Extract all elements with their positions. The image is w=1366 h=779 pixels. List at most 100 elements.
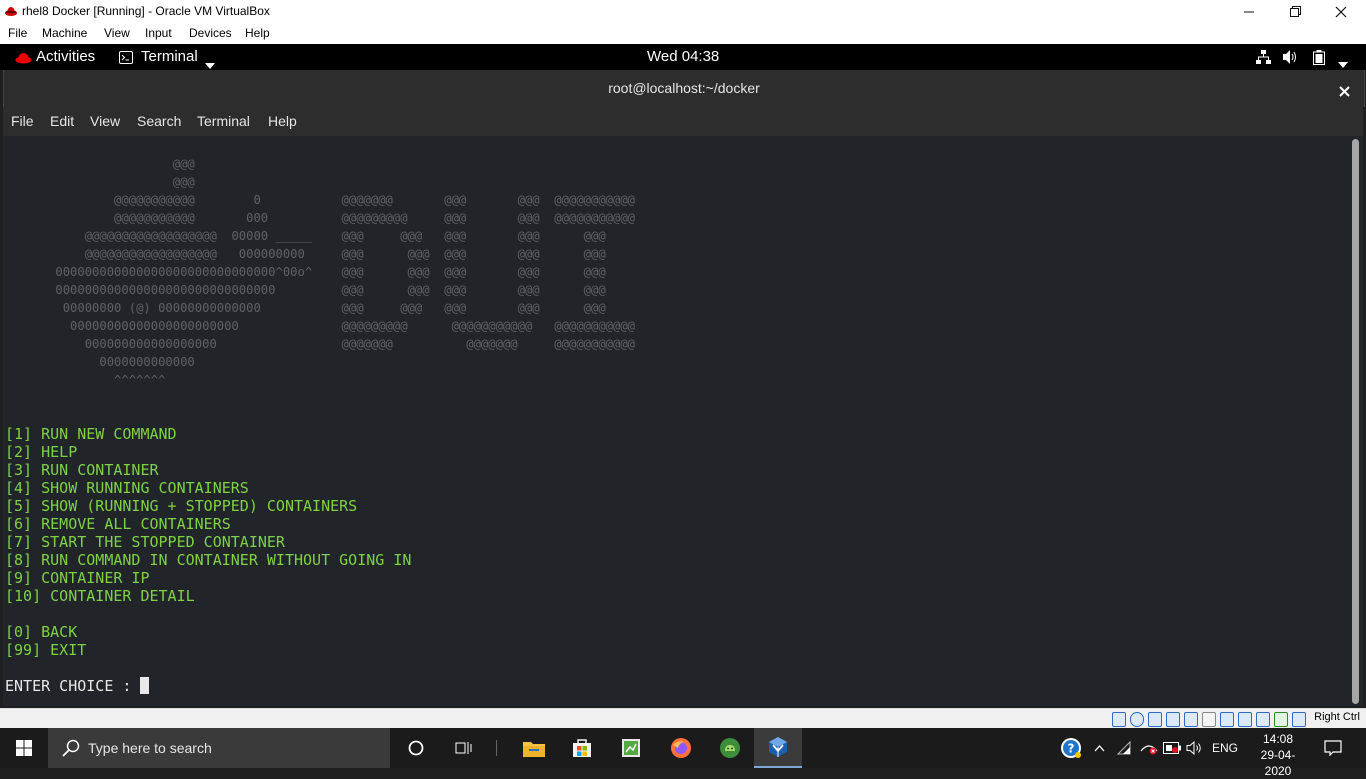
minimize-button[interactable]	[1226, 0, 1272, 23]
menu-option-6: [6] REMOVE ALL CONTAINERS	[5, 515, 231, 533]
windows-logo-icon	[16, 740, 32, 756]
language-indicator[interactable]: ENG	[1209, 728, 1241, 768]
vbox-menu-input[interactable]: Input	[145, 26, 172, 40]
usb-icon[interactable]	[1184, 712, 1198, 727]
windows-taskbar: Type here to search ? ENG 14:08 29-04-20…	[0, 728, 1366, 778]
notepad-app-icon	[622, 739, 640, 757]
terminal-menu-search[interactable]: Search	[137, 113, 181, 129]
activities-button[interactable]: Activities	[36, 48, 95, 65]
gnome-top-bar: Activities Terminal Wed 04:38	[0, 44, 1366, 70]
microsoft-store-button[interactable]	[558, 728, 606, 768]
menu-option-3: [3] RUN CONTAINER	[5, 461, 159, 479]
terminal-menu-file[interactable]: File	[11, 113, 34, 129]
task-view-button[interactable]	[440, 728, 488, 768]
volume-icon[interactable]	[1283, 50, 1299, 69]
shared-folders-icon[interactable]	[1202, 712, 1216, 727]
vbox-title-bar: rhel8 Docker [Running] - Oracle VM Virtu…	[0, 0, 1366, 23]
virtualbox-vm-icon	[4, 4, 18, 18]
prompt-text: ENTER CHOICE :	[5, 677, 141, 695]
terminal-header-bar: root@localhost:~/docker	[3, 70, 1365, 107]
terminal-menu-help[interactable]: Help	[268, 113, 297, 129]
task-view-icon	[455, 742, 472, 754]
ascii-line: 0000000000000	[4, 355, 195, 369]
virtualbox-cube-icon	[769, 737, 787, 757]
menu-option-99: [99] EXIT	[5, 641, 87, 659]
ascii-line: 000000000000000000 @@@@@@@ @@@@@@@ @@@@@…	[4, 337, 636, 351]
vbox-status-bar: Right Ctrl	[0, 708, 1366, 729]
video-capture-icon[interactable]	[1238, 712, 1252, 727]
cortana-circle-icon	[408, 740, 424, 756]
battery-icon[interactable]	[1313, 50, 1325, 70]
terminal-title: root@localhost:~/docker	[608, 80, 760, 96]
terminal-menu-terminal[interactable]: Terminal	[197, 113, 250, 129]
terminal-menu-edit[interactable]: Edit	[50, 113, 74, 129]
vbox-menu-file[interactable]: File	[8, 26, 27, 40]
menu-option-5: [5] SHOW (RUNNING + STOPPED) CONTAINERS	[5, 497, 358, 515]
menu-options-list: [1] RUN NEW COMMAND [2] HELP [3] RUN CON…	[5, 425, 411, 659]
choice-prompt[interactable]: ENTER CHOICE :	[5, 677, 150, 695]
speaker-icon[interactable]	[1184, 728, 1206, 768]
ascii-line: ^^^^^^^	[4, 373, 166, 387]
file-explorer-button[interactable]	[510, 728, 558, 768]
taskbar-divider	[496, 740, 497, 756]
start-button[interactable]	[0, 728, 48, 768]
notifications-icon[interactable]	[1318, 728, 1348, 768]
vbox-menu-help[interactable]: Help	[245, 26, 270, 40]
network-icon[interactable]	[1256, 50, 1271, 69]
app-menu-terminal[interactable]: Terminal	[141, 48, 198, 65]
menu-option-10: [10] CONTAINER DETAIL	[5, 587, 195, 605]
network-disconnected-icon[interactable]	[1138, 728, 1160, 768]
menu-option-0: [0] BACK	[5, 623, 78, 641]
mouse-integration-icon[interactable]	[1274, 712, 1288, 727]
svg-text:?: ?	[1068, 742, 1075, 756]
terminal-menu-view[interactable]: View	[90, 113, 120, 129]
taskbar-clock[interactable]: 14:08 29-04-2020	[1250, 731, 1306, 779]
restore-button[interactable]	[1272, 0, 1318, 23]
notepad-app-button[interactable]	[607, 728, 655, 768]
terminal-menu-bar: File Edit View Search Terminal Help	[3, 107, 1363, 137]
battery-tray-icon[interactable]	[1161, 728, 1183, 768]
terminal-app-icon	[119, 51, 133, 69]
ascii-line: 00000000 (@) 00000000000000 @@@ @@@ @@@ …	[4, 301, 606, 315]
firefox-icon	[671, 738, 691, 758]
vbox-menu-machine[interactable]: Machine	[42, 26, 87, 40]
close-button[interactable]	[1318, 0, 1364, 23]
ascii-line: 000000000000000000000000000000^00o^ @@@ …	[4, 265, 606, 279]
menu-option-9: [9] CONTAINER IP	[5, 569, 150, 587]
network-adapter-icon[interactable]	[1166, 712, 1180, 727]
chevron-up-icon[interactable]	[1090, 728, 1108, 768]
vbox-menu-devices[interactable]: Devices	[189, 26, 232, 40]
gnome-clock[interactable]: Wed 04:38	[647, 48, 719, 65]
ascii-line: @@@@@@@@@@@ 000 @@@@@@@@@ @@@ @@@ @@@@@@…	[4, 211, 636, 225]
text-cursor	[140, 677, 150, 694]
cpu-icon[interactable]	[1256, 712, 1270, 727]
help-tray-icon[interactable]: ?	[1059, 728, 1083, 768]
audio-icon[interactable]	[1148, 712, 1162, 727]
wifi-icon[interactable]	[1114, 728, 1134, 768]
menu-option-8: [8] RUN COMMAND IN CONTAINER WITHOUT GOI…	[5, 551, 412, 569]
optical-drive-icon[interactable]	[1130, 712, 1144, 727]
cortana-button[interactable]	[392, 728, 440, 768]
virtualbox-taskbar-button[interactable]	[754, 728, 802, 768]
ascii-line: @@@@@@@@@@@@@@@@@@ 000000000 @@@ @@@ @@@…	[4, 247, 606, 261]
menu-option-4: [4] SHOW RUNNING CONTAINERS	[5, 479, 249, 497]
menu-option-1: [1] RUN NEW COMMAND	[5, 425, 177, 443]
menu-option-7: [7] START THE STOPPED CONTAINER	[5, 533, 285, 551]
display-icon[interactable]	[1220, 712, 1234, 727]
terminal-close-icon[interactable]	[1339, 82, 1350, 101]
firefox-button[interactable]	[657, 728, 705, 768]
taskbar-search-box[interactable]: Type here to search	[48, 728, 390, 768]
keyboard-capture-icon[interactable]	[1292, 712, 1306, 727]
menu-option-2: [2] HELP	[5, 443, 78, 461]
taskbar-time: 14:08	[1262, 732, 1294, 746]
folder-icon	[523, 742, 545, 757]
docker-ascii-banner: @@@ @@@ @@@@@@@@@@@ 0 @@@@@@@ @@@ @@@ @@…	[4, 155, 635, 389]
terminal-scrollbar[interactable]	[1352, 139, 1359, 704]
search-placeholder: Type here to search	[88, 740, 212, 756]
hard-disk-icon[interactable]	[1112, 712, 1126, 727]
vbox-menu-view[interactable]: View	[104, 26, 130, 40]
taskbar-date: 29-04-2020	[1260, 748, 1296, 778]
search-icon	[62, 739, 80, 761]
android-studio-button[interactable]	[706, 728, 754, 768]
menu-blank-line	[5, 605, 411, 623]
